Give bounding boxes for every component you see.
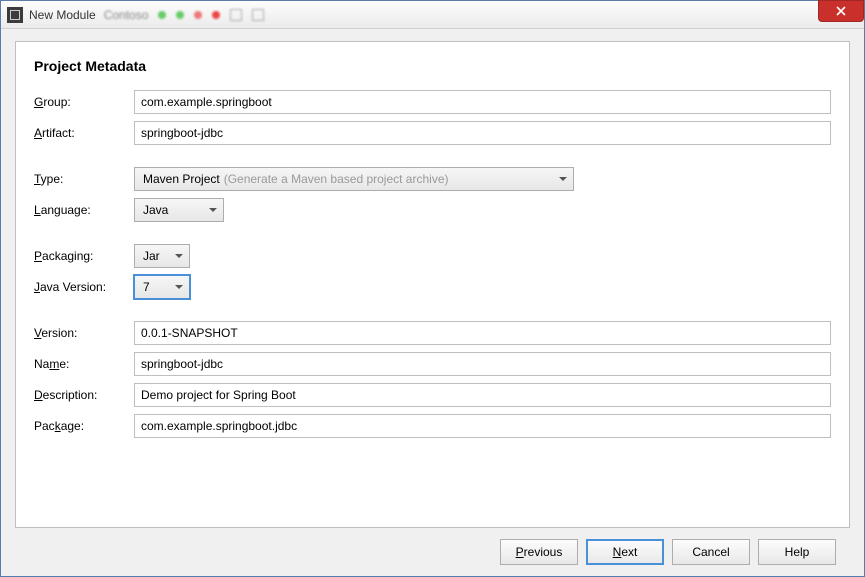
label-group: Group:	[34, 95, 130, 109]
cancel-button[interactable]: Cancel	[672, 539, 750, 565]
form-panel: Project Metadata Group: Artifact: Type: …	[15, 41, 850, 528]
content-area: Project Metadata Group: Artifact: Type: …	[1, 29, 864, 576]
window-title: New Module	[29, 8, 96, 22]
label-description: Description:	[34, 388, 130, 402]
page-title: Project Metadata	[34, 58, 831, 74]
label-packaging: Packaging:	[34, 249, 130, 263]
description-input[interactable]	[134, 383, 831, 407]
java-version-select[interactable]: 7	[134, 275, 190, 299]
background-blur: Contoso	[104, 8, 265, 22]
packaging-value: Jar	[143, 249, 160, 263]
label-java-version: Java Version:	[34, 280, 130, 294]
name-input[interactable]	[134, 352, 831, 376]
label-version: Version:	[34, 326, 130, 340]
close-button[interactable]	[818, 0, 864, 22]
previous-button[interactable]: Previous	[500, 539, 578, 565]
type-hint: (Generate a Maven based project archive)	[224, 172, 449, 186]
artifact-input[interactable]	[134, 121, 831, 145]
label-type: Type:	[34, 172, 130, 186]
java-version-value: 7	[143, 280, 150, 294]
label-artifact: Artifact:	[34, 126, 130, 140]
type-select[interactable]: Maven Project (Generate a Maven based pr…	[134, 167, 574, 191]
packaging-select[interactable]: Jar	[134, 244, 190, 268]
language-select[interactable]: Java	[134, 198, 224, 222]
label-package: Package:	[34, 419, 130, 433]
group-input[interactable]	[134, 90, 831, 114]
next-button[interactable]: Next	[586, 539, 664, 565]
close-icon	[836, 6, 846, 16]
button-bar: Previous Next Cancel Help	[15, 528, 850, 576]
version-input[interactable]	[134, 321, 831, 345]
label-name: Name:	[34, 357, 130, 371]
metadata-form: Group: Artifact: Type: Maven Project (Ge…	[34, 90, 831, 438]
dialog-window: New Module Contoso Project Metadata Grou…	[0, 0, 865, 577]
language-value: Java	[143, 203, 168, 217]
package-input[interactable]	[134, 414, 831, 438]
label-language: Language:	[34, 203, 130, 217]
titlebar: New Module Contoso	[1, 1, 864, 29]
app-icon	[7, 7, 23, 23]
help-button[interactable]: Help	[758, 539, 836, 565]
type-value: Maven Project	[143, 172, 220, 186]
